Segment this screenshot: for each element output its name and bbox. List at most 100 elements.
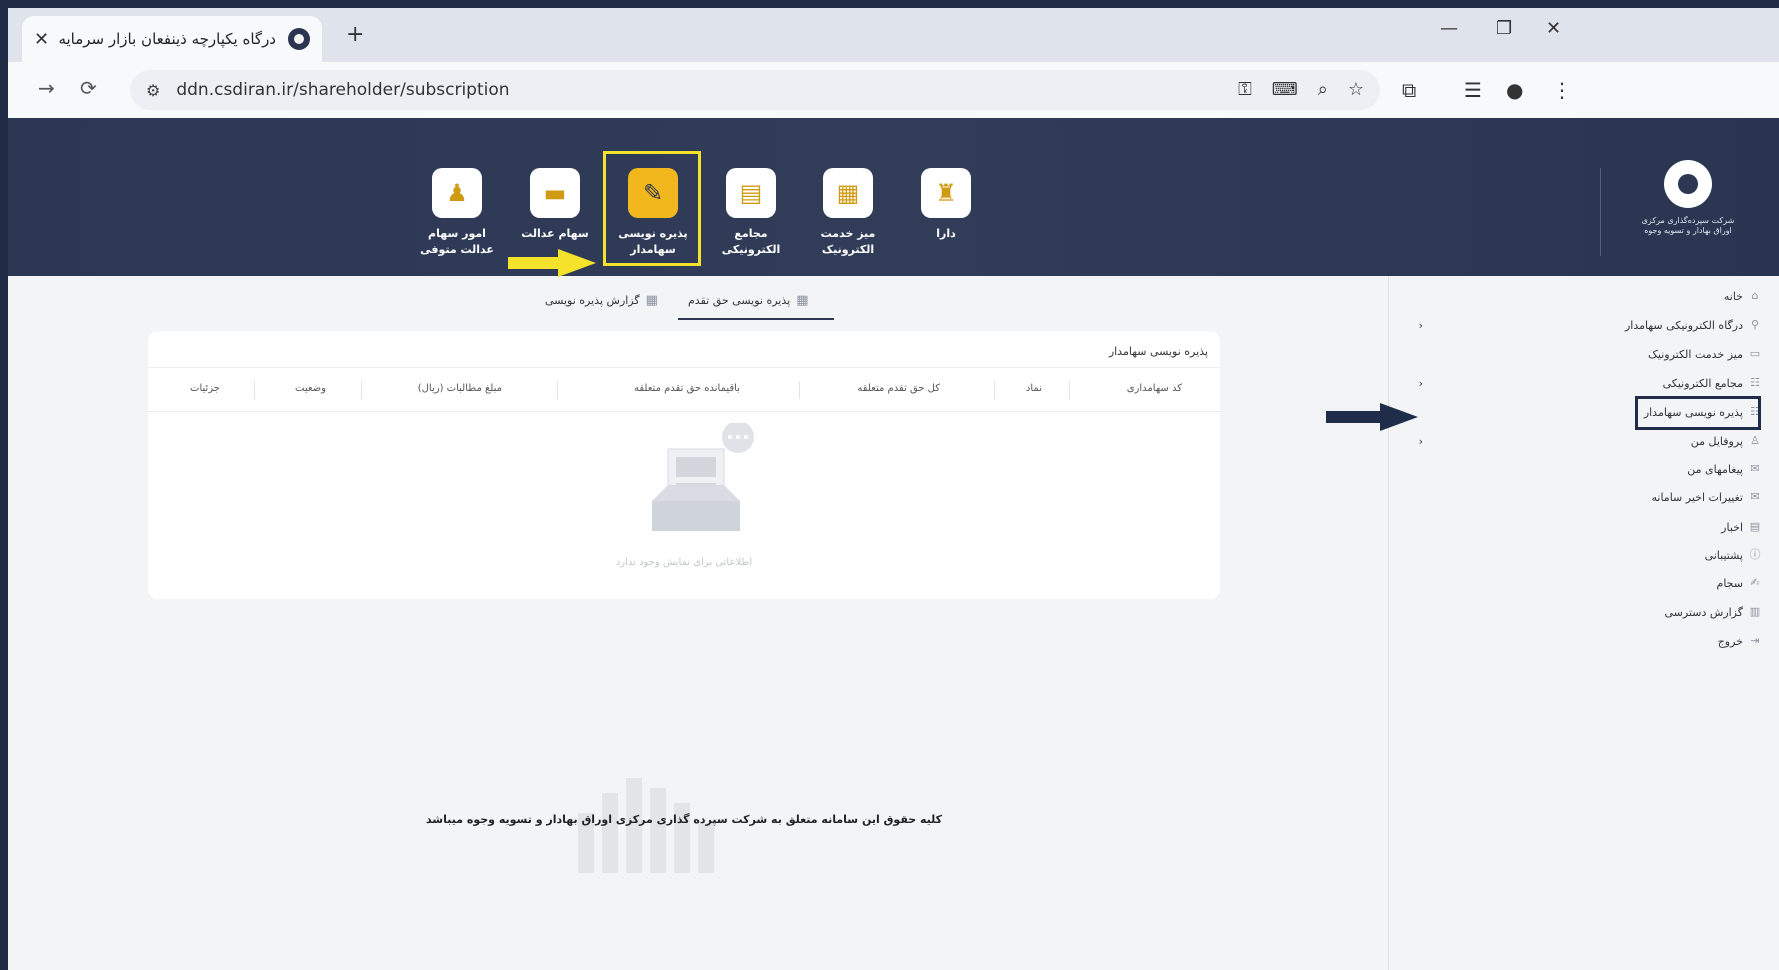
menu-service-desk[interactable]: ▦ میز خدمت الکترونیک — [803, 168, 893, 258]
chevron-left-icon[interactable]: ‹ — [1419, 431, 1423, 451]
sidebar-item-label: تغییرات اخیر سامانه — [1651, 490, 1744, 504]
browser-menu-icon[interactable]: ⋮ — [1552, 78, 1572, 102]
sidebar-item-label: درگاه الکترونیکی سهامدار — [1624, 318, 1743, 332]
header-divider — [1600, 168, 1601, 256]
sidebar-item-profile[interactable]: ♙ پروفایل من — [1691, 431, 1761, 451]
column-separator — [254, 381, 255, 399]
tab-close-icon[interactable]: ✕ — [34, 29, 49, 50]
sidebar-highlight-box — [1635, 396, 1761, 430]
home-icon: ⌂ — [1751, 289, 1759, 302]
column-header[interactable]: نماد — [1026, 383, 1042, 394]
sidebar-item-label: گزارش دسترسی — [1664, 605, 1744, 619]
sidebar-item-access-report[interactable]: ▥ گزارش دسترسی — [1665, 602, 1762, 622]
extensions-icon[interactable]: ⧉ — [1402, 78, 1416, 102]
mail-icon: ✉ — [1750, 462, 1760, 475]
zoom-icon[interactable]: ⌕ — [1318, 79, 1328, 100]
forward-icon[interactable]: → — [38, 76, 55, 100]
sidebar-item-label: میز خدمت الکترونیک — [1648, 347, 1743, 361]
sidebar-item-label: خانه — [1723, 289, 1743, 303]
sidebar-item-service-desk[interactable]: ▭ میز خدمت الکترونیک — [1648, 344, 1761, 364]
sidebar-item-home[interactable]: ⌂ خانه — [1724, 286, 1761, 306]
sidebar-item-label: خروج — [1717, 634, 1743, 648]
sidebar-item-label: سجام — [1716, 576, 1743, 590]
app-frame: درگاه یکپارچه ذینفعان بازار سرمایه ✕ + —… — [8, 8, 1779, 970]
reading-list-icon[interactable]: ☰ — [1464, 78, 1482, 102]
yellow-arrow-icon — [508, 249, 596, 277]
column-header[interactable]: کد سهامداری — [1127, 383, 1182, 394]
sidebar-item-label: پشتیبانی — [1704, 548, 1743, 562]
column-separator — [1069, 381, 1070, 399]
chevron-left-icon[interactable]: ‹ — [1419, 373, 1423, 393]
chevron-left-icon[interactable]: ‹ — [1419, 315, 1423, 335]
column-separator — [799, 381, 800, 399]
desk-icon: ▭ — [1749, 347, 1761, 360]
sidebar-item-news[interactable]: ▤ اخبار — [1721, 517, 1761, 537]
site-header: شرکت سپرده‌گذاری مرکزی اوراق بهادار و تس… — [8, 118, 1779, 276]
empty-state-text: اطلاعاتی برای نمایش وجود ندارد — [615, 557, 753, 568]
column-separator — [994, 381, 995, 399]
divider — [148, 367, 1220, 368]
dara-icon: ♜ — [921, 168, 971, 218]
news-icon: ▤ — [1749, 520, 1761, 533]
reload-icon[interactable]: ⟳ — [80, 76, 97, 100]
sidebar-item-assemblies[interactable]: ☷ مجامع الکترونیکی — [1663, 373, 1761, 393]
column-header[interactable]: کل حق تقدم متعلقه — [857, 383, 940, 394]
user-icon: ♙ — [1750, 434, 1760, 447]
sidebar-item-messages[interactable]: ✉ پیغامهای من — [1687, 459, 1761, 479]
highlight-box — [603, 151, 701, 266]
menu-dara[interactable]: ♜ دارا — [901, 168, 991, 242]
translate-icon[interactable]: ⌨ — [1272, 79, 1298, 100]
footer-copyright: کلیه حقوق این سامانه متعلق به شرکت سپرده… — [425, 813, 943, 826]
calendar-icon: ▦ — [645, 292, 658, 308]
logo-mark-icon — [1664, 160, 1712, 208]
column-header[interactable]: باقیمانده حق تقدم متعلقه — [634, 383, 740, 394]
tab-subscription-rights[interactable]: ▦ پذیره نویسی حق تقدم — [688, 286, 809, 314]
tab-label: پذیره نویسی حق تقدم — [688, 293, 791, 307]
profile-avatar-icon[interactable]: ● — [1506, 78, 1523, 102]
csdi-logo[interactable]: شرکت سپرده‌گذاری مرکزی اوراق بهادار و تس… — [1633, 160, 1743, 236]
assembly-icon: ▤ — [726, 168, 776, 218]
tab-subscription-report[interactable]: ▦ گزارش پذیره نویسی — [545, 286, 658, 314]
minimize-icon[interactable]: — — [1440, 18, 1458, 39]
sidebar-item-logout[interactable]: ⇥ خروج — [1718, 631, 1761, 651]
address-bar[interactable]: ⚙ ddn.csdiran.ir/shareholder/subscriptio… — [130, 70, 1380, 110]
changes-icon: ✉ — [1750, 490, 1760, 503]
browser-tabbar: درگاه یکپارچه ذینفعان بازار سرمایه ✕ + —… — [8, 8, 1779, 62]
menu-deceased-shares[interactable]: ♟ امور سهام عدالت متوفی — [412, 168, 502, 258]
window-close-icon[interactable]: ✕ — [1546, 18, 1561, 39]
column-header[interactable]: جزئیات — [190, 383, 220, 394]
portal-icon: ⚲ — [1750, 318, 1760, 331]
report-icon: ▥ — [1749, 605, 1761, 618]
site-settings-icon[interactable]: ⚙ — [146, 81, 160, 100]
divider — [148, 411, 1220, 412]
sidebar-item-changes[interactable]: ✉ تغییرات اخیر سامانه — [1652, 487, 1762, 507]
table-header: کد سهامداری نماد کل حق تقدم متعلقه باقیم… — [148, 371, 1220, 411]
menu-label: سهام عدالت — [521, 227, 589, 240]
menu-label: امور سهام عدالت متوفی — [420, 227, 494, 256]
site-favicon-icon — [288, 28, 310, 50]
sidebar-item-support[interactable]: ⓘ پشتیبانی — [1705, 545, 1761, 565]
password-key-icon[interactable]: ⚿ — [1238, 79, 1252, 100]
dark-arrow-icon — [1326, 403, 1418, 431]
subscription-card: پذیره نویسی سهامدار کد سهامداری نماد کل … — [148, 331, 1220, 599]
service-desk-icon: ▦ — [823, 168, 873, 218]
logo-text-2: اوراق بهادار و تسویه وجوه — [1644, 226, 1732, 235]
bookmark-star-icon[interactable]: ☆ — [1348, 79, 1364, 100]
column-header[interactable]: مبلغ مطالبات (ریال) — [418, 383, 502, 394]
browser-tab[interactable]: درگاه یکپارچه ذینفعان بازار سرمایه ✕ — [22, 16, 322, 62]
info-icon: ⓘ — [1749, 548, 1761, 561]
column-separator — [557, 381, 558, 399]
column-header[interactable]: وضعیت — [295, 383, 326, 394]
column-separator — [361, 381, 362, 399]
menu-label: مجامع الکترونیکی — [721, 227, 781, 256]
edalat-shares-icon: ▬ — [530, 168, 580, 218]
menu-assemblies[interactable]: ▤ مجامع الکترونیکی — [706, 168, 796, 258]
assembly-small-icon: ☷ — [1750, 376, 1760, 389]
sidebar-item-sajam[interactable]: ✍ سجام — [1717, 573, 1761, 593]
menu-edalat-shares[interactable]: ▬ سهام عدالت — [510, 168, 600, 242]
new-tab-icon[interactable]: + — [346, 22, 364, 47]
restore-icon[interactable]: ❐ — [1496, 18, 1512, 39]
sidebar-item-shareholder-portal[interactable]: ⚲ درگاه الکترونیکی سهامدار — [1625, 315, 1761, 335]
deceased-shares-icon: ♟ — [432, 168, 482, 218]
url-text[interactable]: ddn.csdiran.ir/shareholder/subscription — [176, 80, 509, 100]
